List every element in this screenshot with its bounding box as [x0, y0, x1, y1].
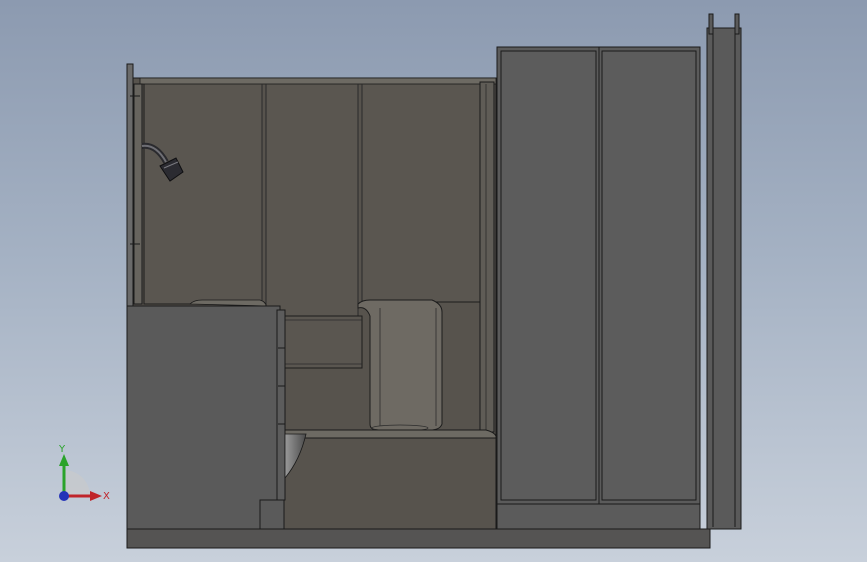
axis-triad: Y X [58, 444, 110, 502]
shower-riser-pipe[interactable] [133, 83, 143, 305]
y-axis-label: Y [58, 444, 66, 455]
side-panel-post-left [708, 13, 714, 35]
left-wall-profile[interactable] [126, 63, 134, 307]
wall-panel-middle[interactable] [265, 81, 359, 317]
shower-tray-ledge[interactable] [283, 429, 497, 439]
vanity-side-panel[interactable] [276, 309, 286, 501]
side-panel-post-right [734, 13, 740, 35]
bench-seat[interactable] [283, 315, 363, 369]
tub-column[interactable] [357, 299, 443, 431]
base-plinth[interactable] [126, 528, 711, 549]
side-tall-panel[interactable] [706, 27, 742, 530]
wardrobe-door-left[interactable] [500, 50, 597, 501]
enclosure-right-post [479, 81, 495, 433]
x-axis-label: X [103, 491, 110, 502]
wardrobe-door-right[interactable] [601, 50, 697, 501]
enclosure-top-rim [139, 77, 497, 85]
wall-panel-left[interactable] [143, 81, 263, 305]
vanity-cabinet[interactable] [126, 305, 281, 530]
vanity-toe-kick [259, 499, 285, 530]
wardrobe-plinth [496, 503, 701, 530]
cad-3d-viewport[interactable] [0, 0, 867, 562]
wall-panel-right[interactable] [361, 81, 481, 303]
z-axis-icon [59, 491, 69, 501]
